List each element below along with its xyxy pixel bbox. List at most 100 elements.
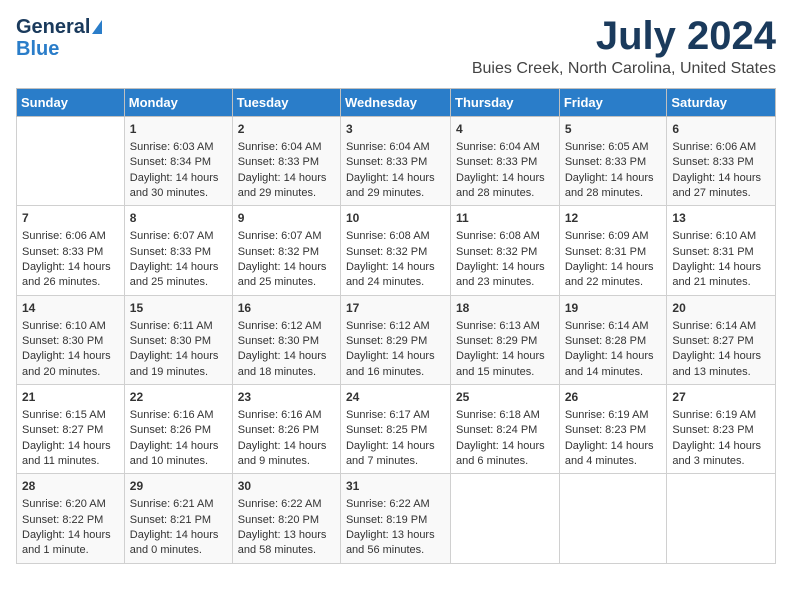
calendar-cell: 17Sunrise: 6:12 AMSunset: 8:29 PMDayligh… (340, 295, 450, 384)
cell-text-line: and 9 minutes. (238, 454, 335, 469)
cell-text-line: and 22 minutes. (565, 275, 662, 290)
cell-text-line: and 4 minutes. (565, 454, 662, 469)
calendar-cell (17, 117, 125, 206)
calendar-cell (451, 474, 560, 563)
cell-text-line: Sunrise: 6:14 AM (672, 319, 770, 334)
calendar-cell: 31Sunrise: 6:22 AMSunset: 8:19 PMDayligh… (340, 474, 450, 563)
cell-text-line: Sunset: 8:33 PM (565, 155, 662, 170)
cell-text-line: Sunset: 8:27 PM (672, 334, 770, 349)
day-number: 1 (130, 121, 227, 138)
calendar-table: SundayMondayTuesdayWednesdayThursdayFrid… (16, 88, 776, 564)
calendar-cell: 20Sunrise: 6:14 AMSunset: 8:27 PMDayligh… (667, 295, 776, 384)
calendar-cell: 6Sunrise: 6:06 AMSunset: 8:33 PMDaylight… (667, 117, 776, 206)
cell-text-line: Sunrise: 6:16 AM (238, 408, 335, 423)
cell-text-line: and 10 minutes. (130, 454, 227, 469)
cell-text-line: Sunrise: 6:08 AM (456, 229, 554, 244)
day-number: 31 (346, 478, 445, 495)
cell-text-line: Sunset: 8:34 PM (130, 155, 227, 170)
day-number: 15 (130, 300, 227, 317)
cell-text-line: Daylight: 13 hours (238, 528, 335, 543)
calendar-cell: 9Sunrise: 6:07 AMSunset: 8:32 PMDaylight… (232, 206, 340, 295)
cell-text-line: Sunrise: 6:11 AM (130, 319, 227, 334)
day-number: 7 (22, 210, 119, 227)
cell-text-line: Sunset: 8:21 PM (130, 513, 227, 528)
cell-text-line: Sunset: 8:27 PM (22, 423, 119, 438)
calendar-cell: 19Sunrise: 6:14 AMSunset: 8:28 PMDayligh… (559, 295, 667, 384)
cell-text-line: and 19 minutes. (130, 365, 227, 380)
calendar-cell: 28Sunrise: 6:20 AMSunset: 8:22 PMDayligh… (17, 474, 125, 563)
day-number: 27 (672, 389, 770, 406)
day-number: 8 (130, 210, 227, 227)
cell-text-line: Daylight: 14 hours (456, 439, 554, 454)
calendar-cell: 4Sunrise: 6:04 AMSunset: 8:33 PMDaylight… (451, 117, 560, 206)
cell-text-line: Daylight: 14 hours (565, 260, 662, 275)
cell-text-line: and 30 minutes. (130, 186, 227, 201)
cell-text-line: Daylight: 14 hours (22, 528, 119, 543)
cell-text-line: Sunrise: 6:12 AM (238, 319, 335, 334)
cell-text-line: and 15 minutes. (456, 365, 554, 380)
calendar-cell: 8Sunrise: 6:07 AMSunset: 8:33 PMDaylight… (124, 206, 232, 295)
day-number: 5 (565, 121, 662, 138)
calendar-cell: 25Sunrise: 6:18 AMSunset: 8:24 PMDayligh… (451, 385, 560, 474)
day-number: 29 (130, 478, 227, 495)
cell-text-line: and 3 minutes. (672, 454, 770, 469)
cell-text-line: and 26 minutes. (22, 275, 119, 290)
day-number: 12 (565, 210, 662, 227)
cell-text-line: Sunset: 8:32 PM (456, 245, 554, 260)
cell-text-line: Sunset: 8:30 PM (238, 334, 335, 349)
week-row-2: 14 Sunrise: 6:10 AM Sunset: 8:30 PM Dayligh… (17, 295, 776, 384)
day-number: 2 (238, 121, 335, 138)
cell-text-line: Daylight: 14 hours (672, 439, 770, 454)
cell-text-line: Sunrise: 6:07 AM (130, 229, 227, 244)
cell-text-line: Sunset: 8:20 PM (238, 513, 335, 528)
cell-text-line: Daylight: 13 hours (346, 528, 445, 543)
cell-text-line: Daylight: 14 hours (672, 260, 770, 275)
cell-text-line: Daylight: 14 hours (456, 260, 554, 275)
day-number: 24 (346, 389, 445, 406)
cell-text-line: Daylight: 14 hours (238, 439, 335, 454)
cell-text-line: Sunset: 8:19 PM (346, 513, 445, 528)
weekday-header-wednesday: Wednesday (340, 89, 450, 117)
cell-text-line: Sunrise: 6:18 AM (456, 408, 554, 423)
calendar-cell: 2Sunrise: 6:04 AMSunset: 8:33 PMDaylight… (232, 117, 340, 206)
month-title: July 2024 (472, 16, 776, 56)
cell-text-line: Daylight: 14 hours (456, 171, 554, 186)
cell-text-line: Daylight: 14 hours (346, 439, 445, 454)
day-number: 14 (22, 300, 119, 317)
cell-text-line: Sunrise: 6:21 AM (130, 497, 227, 512)
cell-text-line: Sunrise: 6:08 AM (346, 229, 445, 244)
cell-text-line: and 25 minutes. (130, 275, 227, 290)
cell-text-line: and 7 minutes. (346, 454, 445, 469)
day-number: 28 (22, 478, 119, 495)
week-row-1: 7Sunrise: 6:06 AMSunset: 8:33 PMDaylight… (17, 206, 776, 295)
week-row-0: 1Sunrise: 6:03 AMSunset: 8:34 PMDaylight… (17, 117, 776, 206)
calendar-cell: 1Sunrise: 6:03 AMSunset: 8:34 PMDaylight… (124, 117, 232, 206)
cell-text-line: Sunrise: 6:14 AM (565, 319, 662, 334)
cell-text-line: and 0 minutes. (130, 543, 227, 558)
cell-text-line: Daylight: 14 hours (565, 171, 662, 186)
week-row-3: 21Sunrise: 6:15 AMSunset: 8:27 PMDayligh… (17, 385, 776, 474)
cell-text-line: Sunrise: 6:22 AM (238, 497, 335, 512)
calendar-cell: 11Sunrise: 6:08 AMSunset: 8:32 PMDayligh… (451, 206, 560, 295)
weekday-header-thursday: Thursday (451, 89, 560, 117)
cell-text-line: Daylight: 14 hours (130, 528, 227, 543)
cell-text-line: and 29 minutes. (346, 186, 445, 201)
cell-text-line: and 58 minutes. (238, 543, 335, 558)
cell-text-line: Sunrise: 6:10 AM (22, 319, 119, 334)
cell-text-line: Sunrise: 6:07 AM (238, 229, 335, 244)
cell-text-line: Sunrise: 6:13 AM (456, 319, 554, 334)
day-number: 21 (22, 389, 119, 406)
cell-text-line: Sunrise: 6:12 AM (346, 319, 445, 334)
cell-text-line: and 24 minutes. (346, 275, 445, 290)
cell-text-line: Daylight: 14 hours (22, 349, 119, 364)
calendar-cell: 7Sunrise: 6:06 AMSunset: 8:33 PMDaylight… (17, 206, 125, 295)
cell-text-line: Daylight: 14 hours (565, 349, 662, 364)
cell-text-line: Daylight: 14 hours (346, 171, 445, 186)
calendar-cell: 16Sunrise: 6:12 AMSunset: 8:30 PMDayligh… (232, 295, 340, 384)
calendar-cell: 12Sunrise: 6:09 AMSunset: 8:31 PMDayligh… (559, 206, 667, 295)
header: General Blue July 2024 Buies Creek, Nort… (16, 16, 776, 78)
day-number: 4 (456, 121, 554, 138)
cell-text-line: and 1 minute. (22, 543, 119, 558)
day-number: 19 (565, 300, 662, 317)
week-row-4: 28Sunrise: 6:20 AMSunset: 8:22 PMDayligh… (17, 474, 776, 563)
